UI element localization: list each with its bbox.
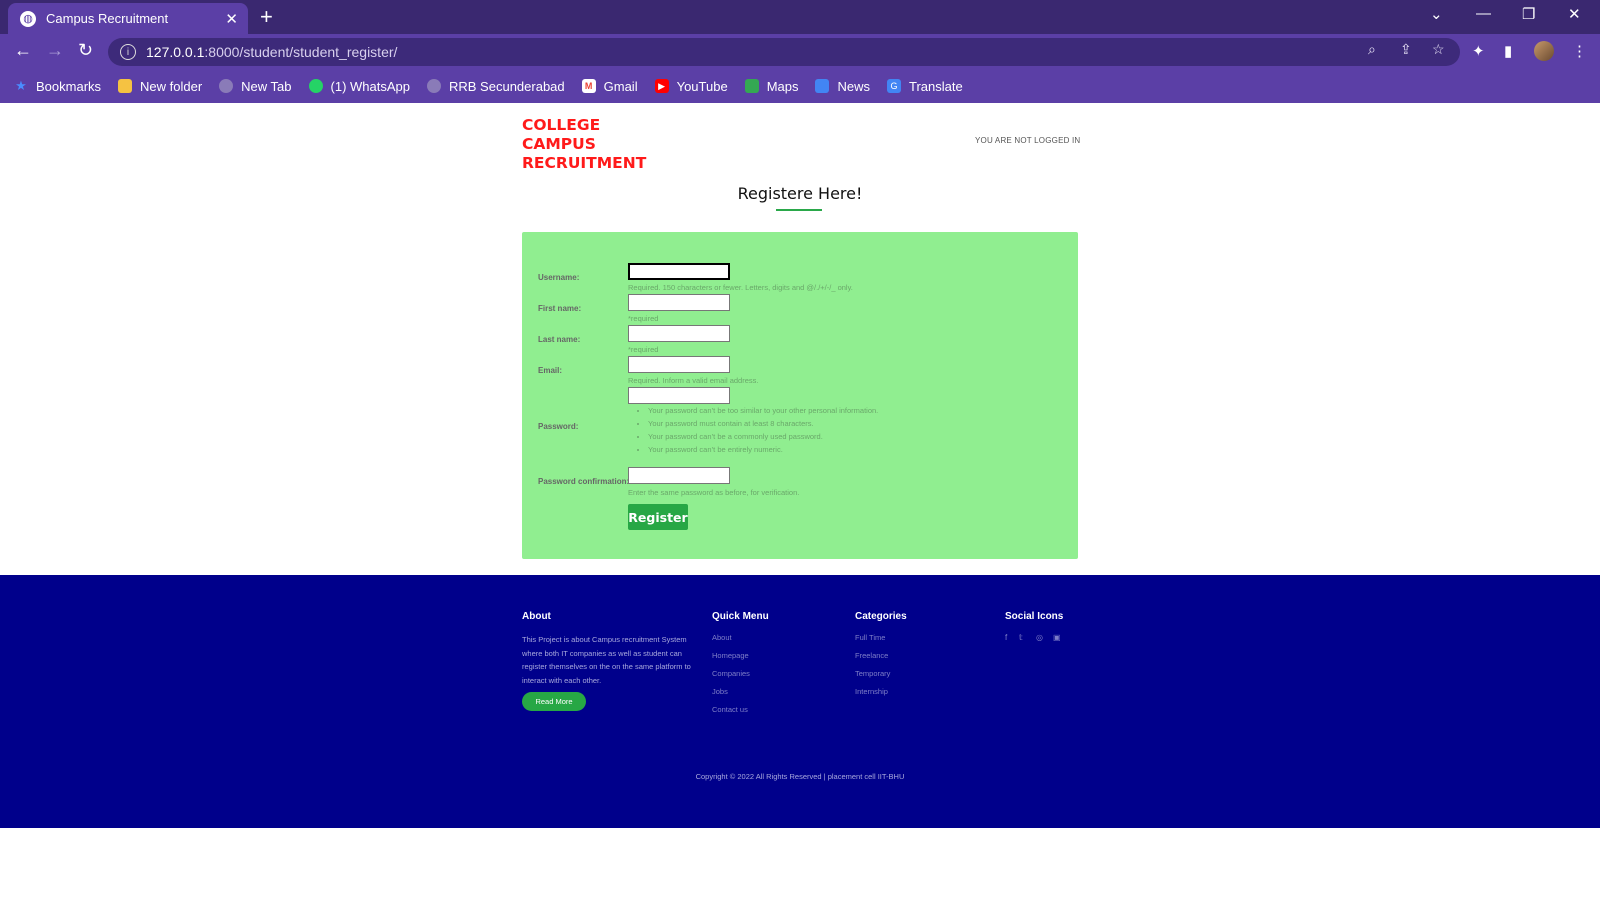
list-item: Your password can’t be entirely numeric.: [648, 443, 878, 456]
star-icon: ★: [15, 78, 27, 93]
footer-quick-menu-title: Quick Menu: [712, 611, 769, 622]
footer-link-homepage[interactable]: Homepage: [712, 651, 749, 660]
bookmark-news[interactable]: News: [815, 79, 870, 94]
url-host: 127.0.0.1: [146, 44, 205, 60]
footer-category-freelance[interactable]: Freelance: [855, 651, 888, 660]
list-item: Your password can’t be too similar to yo…: [648, 404, 878, 417]
browser-tab[interactable]: ◍ Campus Recruitment ✕: [8, 3, 248, 34]
menu-kebab-icon[interactable]: ⋮: [1572, 42, 1587, 60]
address-bar[interactable]: i 127.0.0.1:8000/student/student_registe…: [108, 38, 1460, 66]
footer-category-internship[interactable]: Internship: [855, 687, 888, 696]
username-label: Username:: [538, 273, 580, 282]
list-item: Your password can’t be a commonly used p…: [648, 430, 878, 443]
instagram-icon[interactable]: ◎: [1036, 633, 1043, 642]
twitter-icon[interactable]: 𝕥: [1019, 633, 1023, 642]
register-button[interactable]: Register: [628, 504, 688, 530]
side-panel-icon[interactable]: ▮: [1504, 42, 1512, 60]
last-name-input[interactable]: [628, 325, 730, 342]
zoom-icon[interactable]: ⌕: [1368, 41, 1376, 58]
translate-icon: G: [887, 79, 901, 93]
first-name-help: *required: [628, 314, 659, 323]
forward-icon[interactable]: →: [46, 40, 64, 61]
password-input[interactable]: [628, 387, 730, 404]
gmail-icon: M: [581, 79, 596, 93]
bookmark-star-icon[interactable]: ☆: [1432, 41, 1445, 58]
footer-about-text: This Project is about Campus recruitment…: [522, 635, 691, 685]
bookmark-youtube[interactable]: ▶ YouTube: [654, 79, 728, 94]
brand-line-1: COLLEGE: [522, 116, 601, 134]
username-help: Required. 150 characters or fewer. Lette…: [628, 283, 853, 292]
whatsapp-icon: [308, 79, 323, 93]
close-window-icon[interactable]: ✕: [1568, 5, 1581, 23]
new-tab-icon[interactable]: +: [260, 4, 273, 30]
bookmark-new-folder[interactable]: New folder: [118, 79, 202, 94]
bookmark-maps[interactable]: Maps: [744, 79, 798, 94]
email-label: Email:: [538, 366, 563, 375]
browser-tab-bar: ◍ Campus Recruitment ✕ + ⌄ — ❐ ✕: [0, 0, 1600, 34]
page-body: COLLEGE CAMPUS RECRUITMENT YOU ARE NOT L…: [0, 103, 1600, 900]
footer-link-about[interactable]: About: [712, 633, 732, 642]
password-confirm-label: Password confirmation:: [538, 477, 630, 486]
url-path: :8000/student/student_register/: [204, 44, 398, 60]
brand-line-2: CAMPUS: [522, 135, 596, 153]
globe-icon: ◍: [20, 10, 36, 27]
footer-link-contact[interactable]: Contact us: [712, 705, 748, 714]
bookmark-bookmarks[interactable]: ★ Bookmarks: [14, 78, 101, 94]
footer-link-companies[interactable]: Companies: [712, 669, 750, 678]
list-item: Your password must contain at least 8 ch…: [648, 417, 878, 430]
bookmark-rrb[interactable]: RRB Secunderabad: [427, 79, 565, 94]
youtube-icon[interactable]: ▣: [1053, 633, 1061, 642]
registration-form: Username: Required. 150 characters or fe…: [522, 232, 1078, 559]
username-input[interactable]: [628, 263, 730, 280]
title-underline: [776, 209, 822, 211]
bookmark-gmail[interactable]: M Gmail: [581, 79, 638, 94]
password-confirm-help: Enter the same password as before, for v…: [628, 488, 800, 497]
bookmark-new-tab[interactable]: New Tab: [219, 79, 292, 94]
reload-icon[interactable]: ↻: [78, 40, 93, 61]
copyright-text: Copyright © 2022 All Rights Reserved | p…: [695, 772, 905, 781]
first-name-label: First name:: [538, 304, 582, 313]
password-rules: Your password can’t be too similar to yo…: [648, 404, 878, 456]
globe-icon: [427, 79, 441, 93]
email-input[interactable]: [628, 356, 730, 373]
profile-avatar[interactable]: [1534, 41, 1554, 61]
globe-icon: [219, 79, 234, 93]
first-name-input[interactable]: [628, 294, 730, 311]
password-confirm-input[interactable]: [628, 467, 730, 484]
footer-social-title: Social Icons: [1005, 611, 1064, 622]
extensions-icon[interactable]: ✦: [1472, 42, 1485, 60]
browser-toolbar: ← → ↻ i 127.0.0.1:8000/student/student_r…: [0, 34, 1600, 69]
login-status: YOU ARE NOT LOGGED IN: [975, 136, 1081, 145]
read-more-button[interactable]: Read More: [522, 692, 586, 711]
footer-category-temporary[interactable]: Temporary: [855, 669, 890, 678]
page-title: Registere Here!: [737, 184, 863, 203]
bookmark-translate[interactable]: G Translate: [887, 79, 963, 94]
last-name-label: Last name:: [538, 335, 581, 344]
minimize-icon[interactable]: —: [1476, 5, 1491, 22]
last-name-help: *required: [628, 345, 659, 354]
share-icon[interactable]: ⇪: [1400, 41, 1412, 58]
news-icon: [815, 79, 830, 93]
back-icon[interactable]: ←: [14, 40, 32, 61]
bookmarks-bar: ★ Bookmarks New folder New Tab (1) WhatsA…: [0, 69, 1600, 103]
site-footer: About This Project is about Campus recru…: [0, 575, 1600, 828]
tab-title: Campus Recruitment: [46, 11, 169, 26]
bookmark-whatsapp[interactable]: (1) WhatsApp: [308, 79, 410, 94]
maps-icon: [744, 79, 759, 93]
close-tab-icon[interactable]: ✕: [225, 10, 238, 28]
brand-line-3: RECRUITMENT: [522, 154, 647, 172]
footer-about-title: About: [522, 611, 551, 622]
site-logo[interactable]: COLLEGE CAMPUS RECRUITMENT: [522, 116, 646, 173]
password-label: Password:: [538, 422, 579, 431]
footer-category-full-time[interactable]: Full Time: [855, 633, 885, 642]
youtube-icon: ▶: [654, 79, 669, 93]
tab-search-chevron-icon[interactable]: ⌄: [1430, 5, 1443, 23]
facebook-icon[interactable]: f: [1005, 633, 1007, 642]
footer-link-jobs[interactable]: Jobs: [712, 687, 728, 696]
site-info-icon[interactable]: i: [120, 44, 136, 60]
email-help: Required. Inform a valid email address.: [628, 376, 759, 385]
folder-icon: [118, 79, 133, 93]
restore-icon[interactable]: ❐: [1522, 5, 1535, 23]
footer-categories-title: Categories: [855, 611, 907, 622]
